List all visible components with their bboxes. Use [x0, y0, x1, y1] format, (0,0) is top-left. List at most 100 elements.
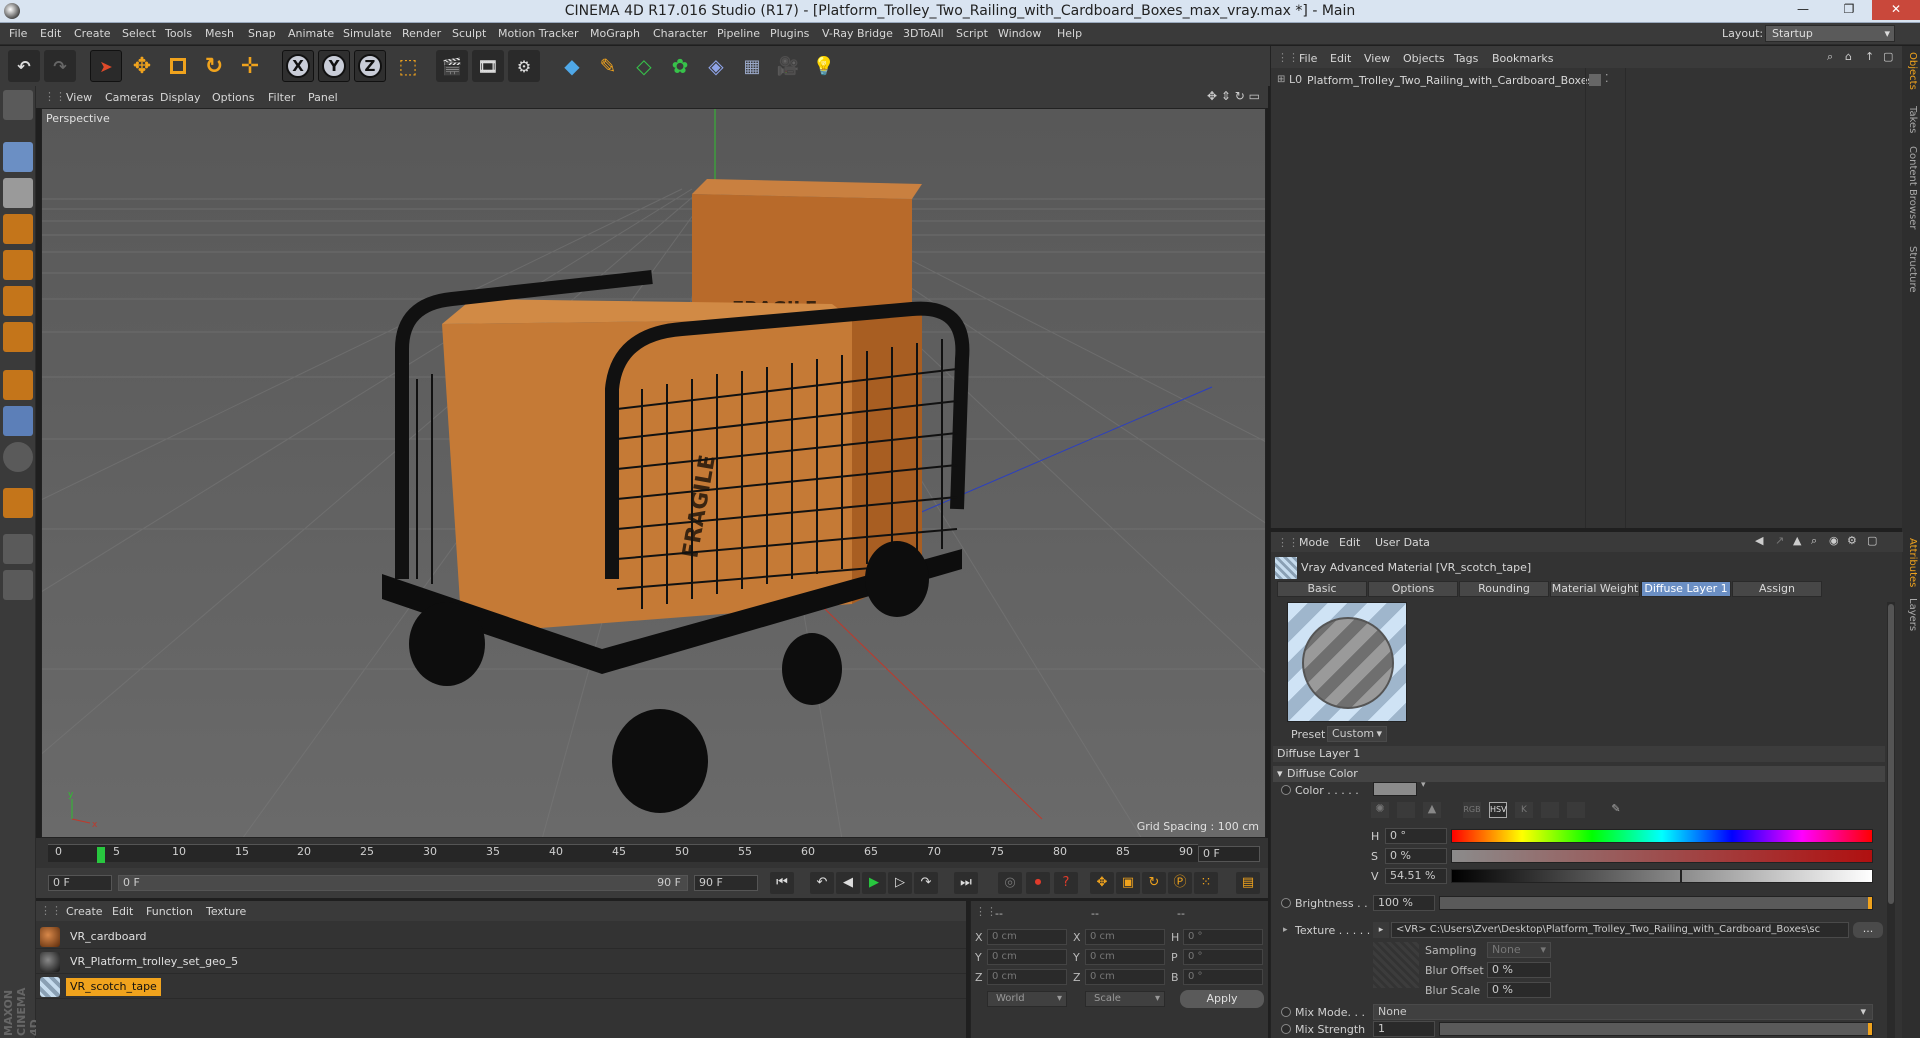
end-frame-field[interactable]: 90 F: [694, 875, 758, 891]
3d-viewport[interactable]: FRAGILE FRAGILE: [41, 108, 1266, 838]
restore-button[interactable]: ❐: [1826, 0, 1872, 20]
viewport-menu-cameras[interactable]: Cameras: [105, 91, 154, 104]
camera-icon[interactable]: 🎥: [772, 50, 804, 82]
mm-menu-texture[interactable]: Texture: [206, 905, 246, 918]
viewport-nav-icons[interactable]: ✥ ⇕ ↻ ▭: [1207, 89, 1260, 103]
axis-mode-icon[interactable]: [3, 370, 33, 400]
timeline-ruler[interactable]: 0 5 10 15 20 25 30 35 40 45 50 55 60 65 …: [48, 844, 1198, 863]
mm-menu-edit[interactable]: Edit: [112, 905, 133, 918]
render-view-icon[interactable]: 🎬: [436, 50, 468, 82]
prev-frame-icon[interactable]: ◀: [836, 872, 860, 894]
settings-icon[interactable]: ⚙: [1847, 534, 1857, 547]
minimize-button[interactable]: —: [1780, 0, 1826, 20]
workplane-align-icon[interactable]: [3, 570, 33, 600]
workplane-icon[interactable]: [3, 214, 33, 244]
object-row[interactable]: ⊞ L0 Platform_Trolley_Two_Railing_with_C…: [1271, 72, 1903, 90]
redo-icon[interactable]: ↷: [44, 50, 76, 82]
menu-vray-bridge[interactable]: V-Ray Bridge: [822, 27, 893, 40]
material-row[interactable]: VR_cardboard: [36, 925, 966, 949]
texture-mode-icon[interactable]: [3, 178, 33, 208]
hue-field[interactable]: 0 °: [1385, 828, 1447, 844]
material-preview[interactable]: [1287, 602, 1407, 722]
texture-path-field[interactable]: <VR> C:\Users\Zver\Desktop\Platform_Trol…: [1391, 922, 1849, 938]
menu-script[interactable]: Script: [956, 27, 988, 40]
size-y-field[interactable]: 0 cm: [1085, 949, 1165, 965]
tweak-mode-icon[interactable]: [3, 406, 33, 436]
preview-range-slider[interactable]: 0 F 90 F: [118, 875, 688, 891]
floor-icon[interactable]: ▦: [736, 50, 768, 82]
size-mode-dropdown[interactable]: Scale ▾: [1085, 991, 1165, 1007]
keyframe-dot[interactable]: [1281, 785, 1291, 795]
keyframe-dot[interactable]: [1281, 1024, 1291, 1034]
key-parameter-icon[interactable]: Ⓟ: [1168, 872, 1192, 894]
eyedropper-icon[interactable]: ✎: [1607, 802, 1625, 818]
value-slider[interactable]: [1451, 869, 1873, 883]
search-icon[interactable]: ⌕: [1811, 534, 1817, 548]
saturation-slider[interactable]: [1451, 849, 1873, 863]
menu-file[interactable]: File: [9, 27, 27, 40]
back-arrow-icon[interactable]: ◀: [1755, 534, 1763, 547]
z-axis-toggle[interactable]: Z: [354, 50, 386, 82]
kelvin-icon[interactable]: K: [1515, 802, 1533, 818]
om-menu-edit[interactable]: Edit: [1330, 52, 1351, 65]
menu-animate[interactable]: Animate: [288, 27, 334, 40]
viewport-menu-view[interactable]: View: [66, 91, 92, 104]
menu-create[interactable]: Create: [74, 27, 111, 40]
viewport-menu-options[interactable]: Options: [212, 91, 254, 104]
mix-strength-field[interactable]: 1: [1373, 1021, 1435, 1037]
menu-mesh[interactable]: Mesh: [205, 27, 234, 40]
texture-menu-icon[interactable]: ▸: [1373, 922, 1389, 938]
menu-mograph[interactable]: MoGraph: [590, 27, 640, 40]
menu-edit[interactable]: Edit: [40, 27, 61, 40]
model-mode-icon[interactable]: [3, 142, 33, 172]
render-picture-viewer-icon[interactable]: 🎞: [472, 50, 504, 82]
texture-browse-button[interactable]: ...: [1853, 922, 1883, 938]
hue-slider[interactable]: [1451, 829, 1873, 843]
lock-icon[interactable]: ◉: [1829, 534, 1839, 547]
value-field[interactable]: 54.51 %: [1385, 868, 1447, 884]
key-pla-icon[interactable]: ⁙: [1194, 872, 1218, 894]
next-key-icon[interactable]: ↷: [914, 872, 938, 894]
undo-icon[interactable]: ↶: [8, 50, 40, 82]
saturation-field[interactable]: 0 %: [1385, 848, 1447, 864]
color-swatch[interactable]: [1373, 782, 1417, 796]
om-menu-view[interactable]: View: [1364, 52, 1390, 65]
menu-motion-tracker[interactable]: Motion Tracker: [498, 27, 578, 40]
menu-3dtoall[interactable]: 3DToAll: [903, 27, 944, 40]
subdivision-icon[interactable]: ◇: [628, 50, 660, 82]
home-icon[interactable]: ⌂: [1845, 50, 1852, 63]
mixer-icon[interactable]: [1541, 802, 1559, 818]
brightness-field[interactable]: 100 %: [1373, 895, 1435, 911]
material-tag-icon[interactable]: [1589, 74, 1601, 86]
prev-key-icon[interactable]: ↶: [810, 872, 834, 894]
am-menu-edit[interactable]: Edit: [1339, 536, 1360, 549]
visibility-dots-icon[interactable]: ⁚: [1605, 72, 1609, 85]
hsv-icon[interactable]: HSV: [1489, 802, 1507, 818]
preset-dropdown[interactable]: Custom ▾: [1327, 726, 1387, 742]
menu-render[interactable]: Render: [402, 27, 441, 40]
points-mode-icon[interactable]: [3, 250, 33, 280]
viewport-menu-display[interactable]: Display: [160, 91, 201, 104]
new-view-icon[interactable]: ▢: [1883, 50, 1893, 63]
coordinate-space-dropdown[interactable]: World ▾: [987, 991, 1067, 1007]
rgb-icon[interactable]: RGB: [1463, 802, 1481, 818]
menu-sculpt[interactable]: Sculpt: [452, 27, 486, 40]
timeline-window-icon[interactable]: ▤: [1236, 872, 1260, 894]
lock-workplane-icon[interactable]: [3, 534, 33, 564]
dropdown-arrow-icon[interactable]: ▾: [1421, 780, 1426, 790]
mix-mode-dropdown[interactable]: None ▾: [1373, 1004, 1873, 1020]
menu-select[interactable]: Select: [122, 27, 156, 40]
color-wheel-icon[interactable]: ✺: [1371, 802, 1389, 818]
goto-end-icon[interactable]: ⏭: [954, 872, 978, 894]
keyframe-dot[interactable]: [1281, 898, 1291, 908]
tab-options[interactable]: Options: [1368, 581, 1458, 597]
y-axis-toggle[interactable]: Y: [318, 50, 350, 82]
tab-diffuse-layer-1[interactable]: Diffuse Layer 1: [1641, 581, 1731, 597]
blur-scale-field[interactable]: 0 %: [1487, 982, 1551, 998]
rotation-p-field[interactable]: 0 °: [1183, 949, 1263, 965]
up-icon[interactable]: ▲: [1793, 534, 1801, 547]
am-menu-mode[interactable]: Mode: [1299, 536, 1329, 549]
keyframe-dot[interactable]: [1281, 1007, 1291, 1017]
x-axis-toggle[interactable]: X: [282, 50, 314, 82]
polygons-mode-icon[interactable]: [3, 322, 33, 352]
